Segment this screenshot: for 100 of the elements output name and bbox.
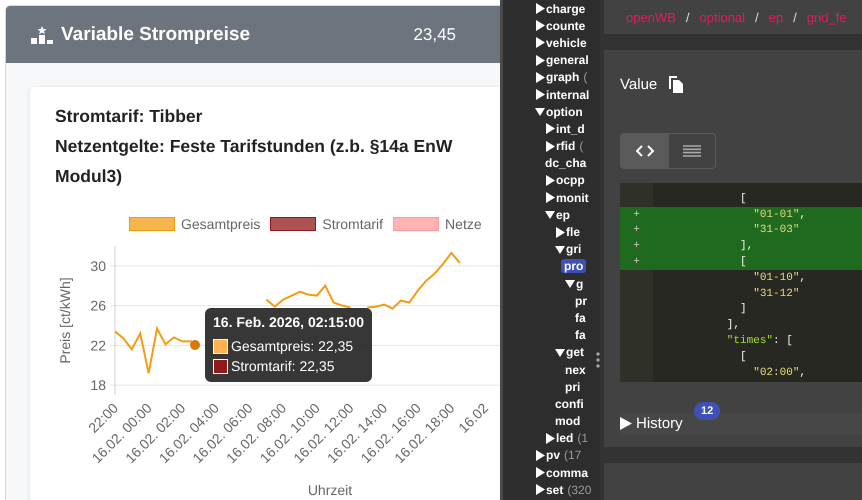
code-line: "02:00",	[752, 366, 806, 379]
tree-item[interactable]: fa	[575, 310, 586, 325]
caret-down-icon[interactable]	[555, 346, 565, 358]
tooltip-title: 16. Feb. 2026, 02:15:00	[213, 314, 364, 330]
y-tick-label: 30	[90, 258, 106, 274]
tree-item[interactable]: set	[546, 482, 564, 497]
code-icon	[636, 145, 654, 157]
tree-item[interactable]: comma	[546, 466, 588, 480]
code-view-button[interactable]	[621, 134, 668, 168]
tree-item[interactable]: general	[546, 53, 589, 68]
y-axis-title: Preis [ct/kWh]	[57, 277, 73, 364]
x-axis-title: Uhrzeit	[308, 482, 352, 498]
diff-marker: +	[633, 208, 640, 221]
caret-right-icon[interactable]	[620, 417, 632, 430]
code-line: ],	[726, 319, 740, 332]
caret-right-icon[interactable]	[535, 72, 545, 83]
tree-item[interactable]: pv	[546, 448, 560, 462]
diff-marker: +	[633, 240, 640, 252]
caret-right-icon[interactable]	[535, 20, 545, 32]
tree-item[interactable]: pro	[561, 259, 586, 274]
tree-item[interactable]: fa	[575, 328, 586, 342]
tree-item[interactable]: gri	[566, 242, 582, 256]
tree-item[interactable]: pri	[565, 380, 580, 394]
tree-item[interactable]: counte	[546, 18, 586, 33]
caret-right-icon[interactable]	[535, 89, 545, 100]
code-line: ]	[739, 303, 747, 316]
caret-right-icon[interactable]	[545, 432, 555, 444]
copy-icon[interactable]	[669, 76, 684, 92]
caret-down-icon[interactable]	[565, 278, 575, 290]
tree-item[interactable]: ep	[556, 208, 570, 222]
caret-right-icon[interactable]	[535, 484, 545, 496]
tariff-title: Stromtarif: Tibber	[55, 105, 204, 128]
caret-right-icon[interactable]	[545, 140, 555, 152]
topic-count: (	[579, 139, 584, 154]
y-tick-label: 18	[90, 377, 106, 394]
caret-right-icon[interactable]	[535, 54, 545, 66]
code-line: [	[739, 192, 747, 205]
topic-count: (17	[564, 448, 582, 462]
value-label: Value	[620, 76, 658, 92]
breadcrumb-separator: /	[755, 10, 759, 24]
tooltip-value: Stromtarif: 22,35	[231, 357, 334, 376]
code-line: "31-12"	[752, 288, 800, 300]
tree-item[interactable]: int_d	[556, 122, 585, 136]
legend-swatch	[270, 217, 316, 231]
legend-swatch	[129, 217, 175, 231]
tree-item[interactable]: rfid	[556, 139, 576, 154]
y-tick-label: 22	[90, 337, 106, 354]
tree-item[interactable]: get	[566, 345, 584, 360]
tooltip-value: Gesamtpreis: 22,35	[231, 337, 354, 356]
topic-count: (320	[567, 482, 592, 497]
code-line: [	[739, 256, 747, 268]
breadcrumb-separator: /	[793, 10, 797, 24]
caret-right-icon[interactable]	[545, 192, 555, 204]
tree-item[interactable]: graph	[546, 70, 580, 84]
caret-right-icon[interactable]	[535, 450, 545, 461]
tree-item[interactable]: fle	[566, 225, 580, 240]
current-price: 23,45	[413, 24, 456, 44]
tree-item[interactable]: ocpp	[556, 173, 585, 188]
caret-right-icon[interactable]	[535, 37, 545, 48]
caret-down-icon[interactable]	[545, 209, 555, 220]
tree-item[interactable]: internal	[546, 88, 590, 102]
podium-icon	[31, 26, 53, 44]
code-line: "times": [	[726, 335, 793, 348]
caret-right-icon[interactable]	[535, 3, 545, 14]
code-editor[interactable]: [ + "01-01", + "31-03" + ], + [ "01-10", "31-12" ] ], "times": [ [ "02:00",	[620, 183, 862, 382]
topic-count: (	[583, 70, 588, 84]
tree-item[interactable]: pr	[575, 294, 587, 308]
hover-point	[190, 340, 200, 350]
caret-down-icon[interactable]	[555, 244, 565, 255]
caret-right-icon[interactable]	[535, 467, 545, 478]
tree-item[interactable]: confi	[555, 396, 584, 411]
tree-item[interactable]: option	[546, 104, 583, 119]
legend-label: Gesamtpreis	[181, 216, 260, 232]
y-tick-label: 26	[90, 298, 106, 314]
code-line: "01-01",	[752, 208, 806, 221]
caret-right-icon[interactable]	[555, 226, 565, 238]
caret-right-icon[interactable]	[545, 174, 555, 186]
code-line: [	[739, 350, 747, 363]
tree-item[interactable]: led	[556, 431, 574, 446]
topic-count: (1	[577, 431, 588, 446]
diff-marker: +	[633, 224, 640, 236]
tree-item[interactable]: dc_cha	[545, 156, 586, 170]
code-line: "01-10",	[752, 272, 806, 284]
diff-marker: +	[633, 256, 640, 268]
legend-label: Netze	[445, 216, 482, 232]
splitter-handle[interactable]	[596, 352, 600, 368]
grid-fee-title: Netzentgelte: Feste Tarifstunden (z.b. §14a EnW	[55, 135, 454, 158]
code-line: ],	[739, 240, 754, 252]
tree-item[interactable]: vehicle	[546, 36, 587, 50]
tree-item[interactable]: g	[576, 276, 584, 291]
tree-item[interactable]: charge	[546, 2, 586, 16]
list-icon	[683, 145, 701, 157]
grid-fee-title: Modul3)	[55, 165, 124, 188]
caret-down-icon[interactable]	[535, 106, 545, 118]
caret-right-icon[interactable]	[545, 123, 555, 134]
widget-title: Variable Strompreise	[61, 24, 250, 46]
history-row[interactable]: History	[620, 412, 862, 435]
tree-item[interactable]: nex	[565, 362, 586, 377]
tree-item[interactable]: mod	[555, 414, 580, 428]
tree-item[interactable]: monit	[556, 190, 589, 205]
